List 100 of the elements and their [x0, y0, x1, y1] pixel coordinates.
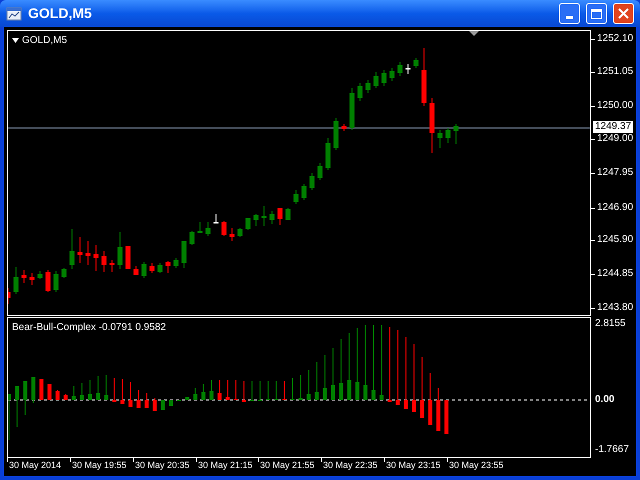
- price-tick-label: 1245.90: [597, 233, 634, 247]
- candlestick: [294, 190, 298, 204]
- price-tick-label: 1243.80: [597, 301, 634, 315]
- close-icon: [618, 8, 629, 19]
- histogram-bar: [160, 400, 165, 410]
- indicator-tick-label: 0.00: [595, 393, 614, 407]
- candlestick: [110, 260, 114, 272]
- candlestick: [398, 62, 402, 76]
- candlestick: [278, 208, 282, 226]
- candlestick: [94, 244, 98, 272]
- time-tick-label: 30 May 21:15: [198, 459, 253, 472]
- histogram-bar: [226, 380, 230, 400]
- price-tick-label: 1244.85: [597, 267, 634, 281]
- candlestick: [262, 206, 266, 226]
- candlestick: [134, 266, 138, 276]
- time-tick-label: 30 May 19:55: [72, 459, 127, 472]
- shift-marker-icon: [469, 31, 479, 36]
- candlestick: [326, 138, 330, 170]
- current-price-label: 1249.37: [593, 121, 634, 133]
- candlestick: [414, 58, 418, 68]
- candlestick: [182, 240, 186, 268]
- candlestick: [166, 260, 170, 274]
- histogram-bar: [436, 388, 440, 431]
- indicator-tick-label: -1.7667: [595, 443, 629, 457]
- histogram-bar: [80, 382, 84, 400]
- minimize-button[interactable]: [559, 3, 580, 24]
- histogram-bar: [128, 382, 132, 407]
- candlestick: [14, 266, 18, 294]
- histogram-bar: [218, 380, 222, 400]
- candlestick: [446, 128, 450, 144]
- maximize-icon: [591, 8, 602, 18]
- candlestick: [334, 118, 338, 150]
- candlestick: [422, 48, 426, 106]
- candlestick: [158, 262, 162, 274]
- histogram-bar: [64, 394, 68, 400]
- candlestick: [382, 70, 386, 86]
- close-button[interactable]: [613, 3, 634, 24]
- histogram-bar: [298, 374, 303, 400]
- histogram-bar: [48, 384, 52, 400]
- candlestick: [142, 262, 146, 278]
- histogram-bar: [250, 380, 254, 401]
- histogram-bar: [282, 380, 286, 400]
- candlestick: [254, 214, 258, 226]
- histogram-bar: [412, 344, 416, 412]
- candlestick: [238, 228, 242, 238]
- time-tick-label: 30 May 2014: [9, 459, 62, 472]
- histogram-bar: [258, 380, 262, 401]
- candlestick: [318, 162, 322, 180]
- histogram-bar: [331, 348, 335, 400]
- histogram-bar: [88, 380, 92, 400]
- indicator-tick-label: 2.8155: [595, 317, 626, 331]
- price-tick-label: 1247.95: [597, 166, 634, 180]
- candlestick: [206, 222, 210, 236]
- histogram-bar: [339, 338, 344, 400]
- time-tick-label: 30 May 23:15: [386, 459, 441, 472]
- candlestick: [38, 270, 42, 280]
- histogram-bar: [72, 386, 76, 400]
- histogram-bar: [8, 394, 11, 440]
- histogram-bar: [185, 396, 190, 400]
- histogram-bar: [210, 380, 214, 400]
- candlestick: [214, 214, 218, 224]
- candlestick: [198, 222, 202, 234]
- candlestick: [366, 80, 370, 94]
- candlestick: [62, 268, 66, 278]
- histogram-bar: [120, 378, 124, 404]
- histogram-bar: [136, 390, 141, 408]
- candlestick: [310, 172, 314, 190]
- candlestick: [126, 246, 130, 270]
- histogram-bar: [193, 388, 198, 400]
- histogram-bar: [347, 332, 352, 400]
- histogram-bar: [104, 374, 108, 400]
- histogram-bar: [144, 392, 149, 408]
- histogram-bar: [274, 380, 278, 400]
- histogram-bar: [112, 378, 116, 402]
- histogram-bar: [15, 386, 20, 428]
- candlestick: [230, 228, 234, 242]
- histogram-bar: [39, 379, 44, 400]
- histogram-bar: [234, 380, 238, 400]
- window-title: GOLD,M5: [28, 4, 93, 23]
- candlestick: [78, 236, 82, 264]
- histogram-bar: [306, 370, 311, 400]
- candlestick: [358, 82, 362, 102]
- candlestick: [438, 130, 442, 148]
- histogram-bar: [31, 377, 36, 404]
- time-tick-label: 30 May 20:35: [135, 459, 190, 472]
- candlestick: [286, 208, 290, 220]
- price-tick-label: 1249.00: [597, 132, 634, 146]
- indicator-label: Bear-Bull-Complex -0.0791 0.9582: [12, 321, 166, 335]
- histogram-bar: [290, 378, 294, 400]
- histogram-bar: [420, 356, 424, 418]
- candlestick: [342, 124, 346, 132]
- candlestick: [70, 228, 74, 270]
- histogram-bar: [428, 372, 432, 425]
- candlestick: [390, 68, 394, 82]
- price-tick-label: 1250.00: [597, 99, 634, 113]
- chart-window-icon: [6, 6, 22, 22]
- candlestick: [190, 230, 194, 246]
- maximize-button[interactable]: [586, 3, 607, 24]
- histogram-bar: [322, 354, 327, 400]
- histogram-bar: [56, 390, 60, 400]
